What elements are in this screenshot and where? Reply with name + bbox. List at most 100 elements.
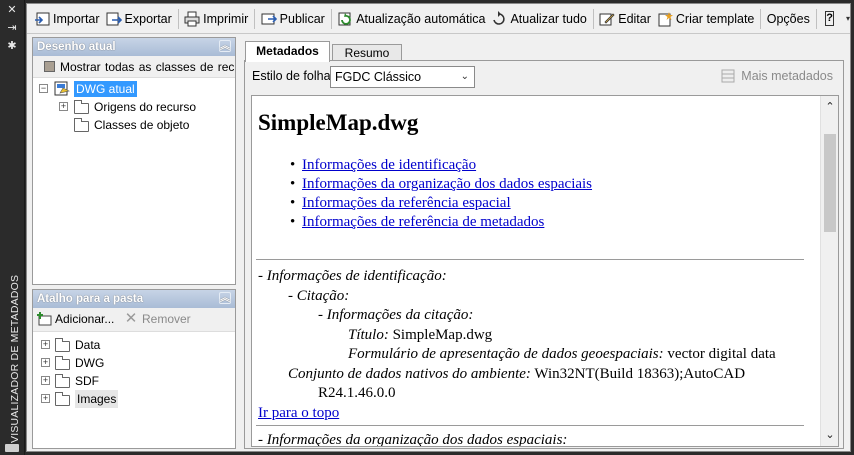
printer-icon bbox=[184, 11, 200, 27]
expand-icon[interactable]: + bbox=[59, 102, 68, 111]
current-drawing-header[interactable]: Desenho atual ︽ bbox=[33, 38, 235, 56]
collapse-chevron-icon[interactable]: ︽ bbox=[219, 40, 231, 52]
show-all-row: Mostrar todas as classes de rec bbox=[33, 56, 235, 78]
palette-title-text: VISUALIZADOR DE METADADOS bbox=[9, 274, 21, 443]
close-icon[interactable]: ✕ bbox=[6, 4, 18, 16]
native-dataset-field: Conjunto de dados nativos do ambiente: W… bbox=[288, 365, 746, 382]
style-label: Estilo de folha: bbox=[252, 69, 334, 83]
more-metadata-button[interactable]: Mais metadados bbox=[721, 69, 833, 83]
import-button[interactable]: Importar bbox=[31, 8, 103, 30]
main-area: Importar Exportar Imprimir Publicar Atua… bbox=[26, 3, 851, 452]
toolbar: Importar Exportar Imprimir Publicar Atua… bbox=[27, 4, 850, 34]
show-all-checkbox[interactable] bbox=[44, 61, 55, 72]
remove-folder-button[interactable]: ✕ Remover bbox=[123, 311, 191, 327]
palette-side-bar: ✕ ⇥ ✱ VISUALIZADOR DE METADADOS bbox=[0, 0, 25, 455]
add-folder-icon bbox=[36, 311, 53, 327]
publish-button[interactable]: Publicar bbox=[258, 8, 328, 30]
toc-links: • Informações de identificação • Informaçõ… bbox=[290, 156, 592, 232]
refresh-all-icon bbox=[491, 10, 507, 27]
metadata-viewer-app: ✕ ⇥ ✱ VISUALIZADOR DE METADADOS Importar… bbox=[0, 0, 854, 455]
collapse-icon[interactable]: − bbox=[39, 84, 48, 93]
scrollbar-thumb[interactable] bbox=[824, 134, 836, 232]
scroll-up-icon[interactable]: ⌃ bbox=[824, 101, 836, 113]
expand-icon[interactable]: + bbox=[41, 394, 50, 403]
folder-icon bbox=[55, 356, 70, 370]
toc-link-metadata-reference[interactable]: • Informações de referência de metadados bbox=[290, 213, 592, 232]
divider bbox=[256, 259, 804, 260]
show-all-label: Mostrar todas as classes de rec bbox=[60, 60, 235, 74]
presentation-form-field: Formulário de apresentação de dados geoe… bbox=[348, 346, 776, 362]
auto-hide-icon[interactable]: ⇥ bbox=[6, 22, 18, 34]
print-button[interactable]: Imprimir bbox=[181, 8, 251, 30]
expand-icon[interactable]: + bbox=[41, 358, 50, 367]
help-button[interactable]: ? bbox=[825, 11, 834, 26]
document-title: SimpleMap.dwg bbox=[258, 110, 419, 135]
remove-x-icon: ✕ bbox=[124, 310, 138, 327]
dwg-file-icon bbox=[54, 81, 70, 96]
style-row: Estilo de folha: FGDC Clássico ⌄ Mais me… bbox=[245, 61, 843, 91]
options-button[interactable]: Opções bbox=[764, 8, 813, 30]
folder-icon bbox=[74, 118, 89, 132]
tree-item-resource-origins[interactable]: + Origens do recurso bbox=[33, 98, 235, 116]
folder-icon bbox=[74, 100, 89, 114]
toc-link-spatial-organization[interactable]: • Informações da organização dos dados es… bbox=[290, 175, 592, 194]
style-select[interactable]: FGDC Clássico ⌄ bbox=[330, 66, 475, 88]
refresh-all-button[interactable]: Atualizar tudo bbox=[488, 8, 589, 30]
folder-item-sdf[interactable]: + SDF bbox=[33, 372, 235, 390]
folder-icon bbox=[55, 392, 70, 406]
folder-list: + Data + DWG + SDF + Images bbox=[33, 332, 235, 408]
chevron-down-icon: ⌄ bbox=[460, 71, 469, 82]
export-button[interactable]: Exportar bbox=[103, 8, 175, 30]
publish-icon bbox=[261, 11, 277, 27]
tree-root-current-dwg[interactable]: − DWG atual bbox=[33, 80, 235, 98]
stack-icon bbox=[721, 69, 737, 83]
shortcut-toolbar: Adicionar... ✕ Remover bbox=[33, 308, 235, 332]
go-to-top-link[interactable]: Ir para o topo bbox=[258, 405, 339, 421]
expand-icon[interactable]: + bbox=[41, 340, 50, 349]
divider bbox=[256, 425, 804, 426]
tree-root-label: DWG atual bbox=[74, 81, 137, 97]
edit-button[interactable]: Editar bbox=[596, 8, 654, 30]
folder-item-data[interactable]: + Data bbox=[33, 336, 235, 354]
collapse-chevron-icon[interactable]: ︽ bbox=[219, 292, 231, 304]
edit-pencil-icon bbox=[599, 11, 615, 27]
tree-item-object-classes[interactable]: Classes de objeto bbox=[33, 116, 235, 134]
style-select-value: FGDC Clássico bbox=[335, 70, 422, 84]
drawing-tree: − DWG atual + Origens do recurso Classes… bbox=[33, 78, 235, 134]
toc-link-spatial-reference[interactable]: • Informações da referência espacial bbox=[290, 194, 592, 213]
toc-link-identification[interactable]: • Informações de identificação bbox=[290, 156, 592, 175]
palette-title: VISUALIZADOR DE METADADOS bbox=[3, 243, 21, 443]
metadata-content-panel: Estilo de folha: FGDC Clássico ⌄ Mais me… bbox=[244, 60, 844, 449]
native-dataset-field-cont: R24.1.46.0.0 bbox=[318, 385, 396, 401]
folder-icon bbox=[55, 338, 70, 352]
identification-section: - Informações de identificação: - Citaçã… bbox=[258, 267, 818, 423]
document-body: SimpleMap.dwg • Informações de identifica… bbox=[252, 96, 820, 447]
expand-icon[interactable]: + bbox=[41, 376, 50, 385]
folder-shortcut-panel: Atalho para a pasta ︽ Adicionar... ✕ Rem… bbox=[32, 289, 236, 449]
scroll-down-icon[interactable]: ⌄ bbox=[824, 429, 836, 441]
metadata-document: SimpleMap.dwg • Informações de identifica… bbox=[251, 95, 839, 447]
section-heading: - Informações de identificação: bbox=[258, 268, 447, 284]
template-star-icon bbox=[657, 11, 673, 27]
current-drawing-panel: Desenho atual ︽ Mostrar todas as classes… bbox=[32, 37, 236, 285]
export-icon bbox=[106, 11, 122, 27]
tab-metadados[interactable]: Metadados bbox=[245, 41, 330, 62]
properties-gear-icon[interactable]: ✱ bbox=[6, 40, 18, 52]
palette-menu-icon[interactable] bbox=[5, 444, 19, 452]
auto-update-button[interactable]: Atualização automática bbox=[334, 8, 488, 30]
import-icon bbox=[34, 11, 50, 27]
folder-item-dwg[interactable]: + DWG bbox=[33, 354, 235, 372]
vertical-scrollbar[interactable]: ⌃ ⌄ bbox=[820, 96, 838, 446]
citation-heading: - Citação: bbox=[288, 287, 350, 304]
title-field: Título: SimpleMap.dwg bbox=[348, 326, 493, 343]
toolbar-overflow-icon[interactable]: ▾ bbox=[846, 14, 850, 23]
auto-refresh-icon bbox=[337, 11, 353, 27]
spatial-org-heading: - Informações da organização dos dados e… bbox=[258, 432, 568, 447]
folder-shortcut-header[interactable]: Atalho para a pasta ︽ bbox=[33, 290, 235, 308]
folder-item-images[interactable]: + Images bbox=[33, 390, 235, 408]
add-folder-button[interactable]: Adicionar... bbox=[36, 311, 114, 327]
tab-resumo[interactable]: Resumo bbox=[332, 44, 402, 61]
citation-info-heading: - Informações da citação: bbox=[318, 307, 474, 323]
folder-icon bbox=[55, 374, 70, 388]
create-template-button[interactable]: Criar template bbox=[654, 8, 758, 30]
